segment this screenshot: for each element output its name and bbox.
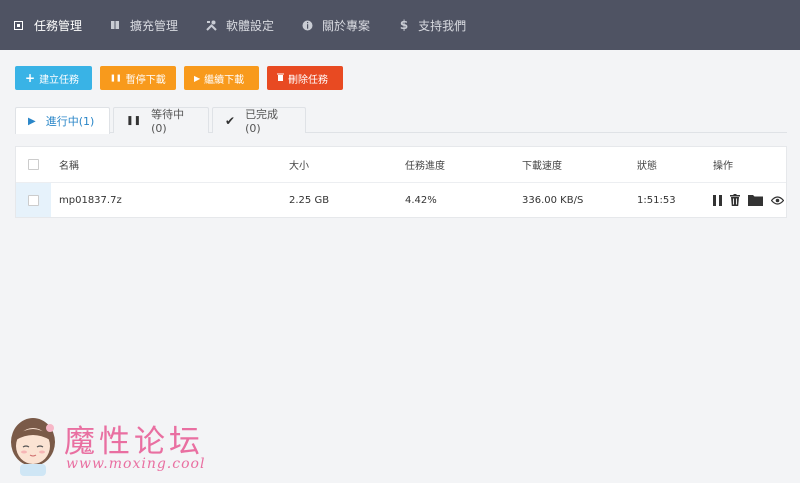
nav-item-support[interactable]: $ 支持我們 <box>384 0 480 50</box>
nav-item-extensions[interactable]: 擴充管理 <box>96 0 192 50</box>
task-name: mp01837.7z <box>59 194 122 206</box>
top-nav: 任務管理 擴充管理 軟體設定 關於專案 $ 支持我們 <box>0 0 800 50</box>
pause-download-label: 暫停下載 <box>125 74 166 86</box>
task-tabs: ▶ 進行中(1) ❚❚ 等待中(0) ✔ 已完成(0) <box>15 107 787 135</box>
tab-completed[interactable]: ✔ 已完成(0) <box>212 107 306 135</box>
watermark-url: www.moxing.cool <box>66 456 206 472</box>
action-toolbar: + 建立任務 ❚❚ 暫停下載 ▶ 繼續下載 刪除任務 <box>15 66 343 90</box>
header-name[interactable]: 名稱 <box>59 147 79 181</box>
header-size[interactable]: 大小 <box>289 147 309 181</box>
book-icon <box>110 20 122 30</box>
nav-item-settings[interactable]: 軟體設定 <box>192 0 288 50</box>
watermark-title: 魔性论坛 <box>64 424 204 460</box>
tab-label: 已完成(0) <box>245 108 279 135</box>
resume-download-label: 繼續下載 <box>204 74 245 86</box>
info-circle-icon <box>302 20 314 31</box>
nav-item-about[interactable]: 關於專案 <box>288 0 384 50</box>
task-speed: 336.00 KB/S <box>522 194 584 206</box>
row-checkbox[interactable] <box>28 194 39 206</box>
watermark: 魔性论坛 www.moxing.cool <box>6 412 236 478</box>
pause-icon: ❚❚ <box>126 115 142 126</box>
folder-icon[interactable] <box>748 194 763 206</box>
tab-in-progress[interactable]: ▶ 進行中(1) <box>15 107 110 134</box>
play-icon: ▶ <box>28 115 36 127</box>
dollar-icon: $ <box>399 18 409 32</box>
row-select-cell <box>16 183 51 217</box>
delete-task-label: 刪除任務 <box>288 74 328 86</box>
check-icon: ✔ <box>225 113 236 128</box>
trash-icon[interactable] <box>730 194 740 206</box>
header-status[interactable]: 狀態 <box>637 147 657 181</box>
plus-icon: + <box>25 71 36 85</box>
task-size: 2.25 GB <box>289 194 330 206</box>
nav-item-label: 關於專案 <box>322 18 371 33</box>
task-status: 1:51:53 <box>637 194 676 206</box>
table-row[interactable]: mp01837.7z 2.25 GB 4.42% 336.00 KB/S 1:5… <box>16 182 786 217</box>
nav-item-label: 擴充管理 <box>130 18 179 33</box>
nav-item-label: 軟體設定 <box>226 18 275 33</box>
task-table: 名稱 大小 任務進度 下載速度 狀態 操作 mp01837.7z 2.25 GB… <box>15 146 787 218</box>
create-task-label: 建立任務 <box>39 74 80 86</box>
pause-icon: ❚❚ <box>110 74 122 82</box>
header-ops: 操作 <box>713 160 733 172</box>
nav-item-label: 支持我們 <box>418 18 467 33</box>
select-all-checkbox[interactable] <box>28 158 39 170</box>
pause-download-button[interactable]: ❚❚ 暫停下載 <box>100 66 176 90</box>
task-square-icon <box>14 20 26 30</box>
header-speed[interactable]: 下載速度 <box>522 147 562 181</box>
eye-icon[interactable] <box>771 195 784 205</box>
mascot-avatar <box>6 414 60 476</box>
trash-icon <box>277 73 284 84</box>
table-header-row: 名稱 大小 任務進度 下載速度 狀態 操作 <box>16 147 786 181</box>
tools-icon <box>206 20 218 31</box>
nav-item-label: 任務管理 <box>34 18 83 33</box>
delete-task-button[interactable]: 刪除任務 <box>267 66 343 90</box>
select-all-cell <box>16 147 51 181</box>
pause-icon[interactable] <box>713 194 722 206</box>
header-progress[interactable]: 任務進度 <box>405 147 445 181</box>
tab-label: 等待中(0) <box>151 108 185 135</box>
task-progress: 4.42% <box>405 194 437 206</box>
play-icon: ▶ <box>194 73 201 83</box>
resume-download-button[interactable]: ▶ 繼續下載 <box>184 66 259 90</box>
create-task-button[interactable]: + 建立任務 <box>15 66 92 90</box>
tab-waiting[interactable]: ❚❚ 等待中(0) <box>113 107 209 135</box>
tab-label: 進行中(1) <box>45 115 95 128</box>
task-ops <box>713 183 784 217</box>
nav-item-tasks[interactable]: 任務管理 <box>0 0 96 50</box>
